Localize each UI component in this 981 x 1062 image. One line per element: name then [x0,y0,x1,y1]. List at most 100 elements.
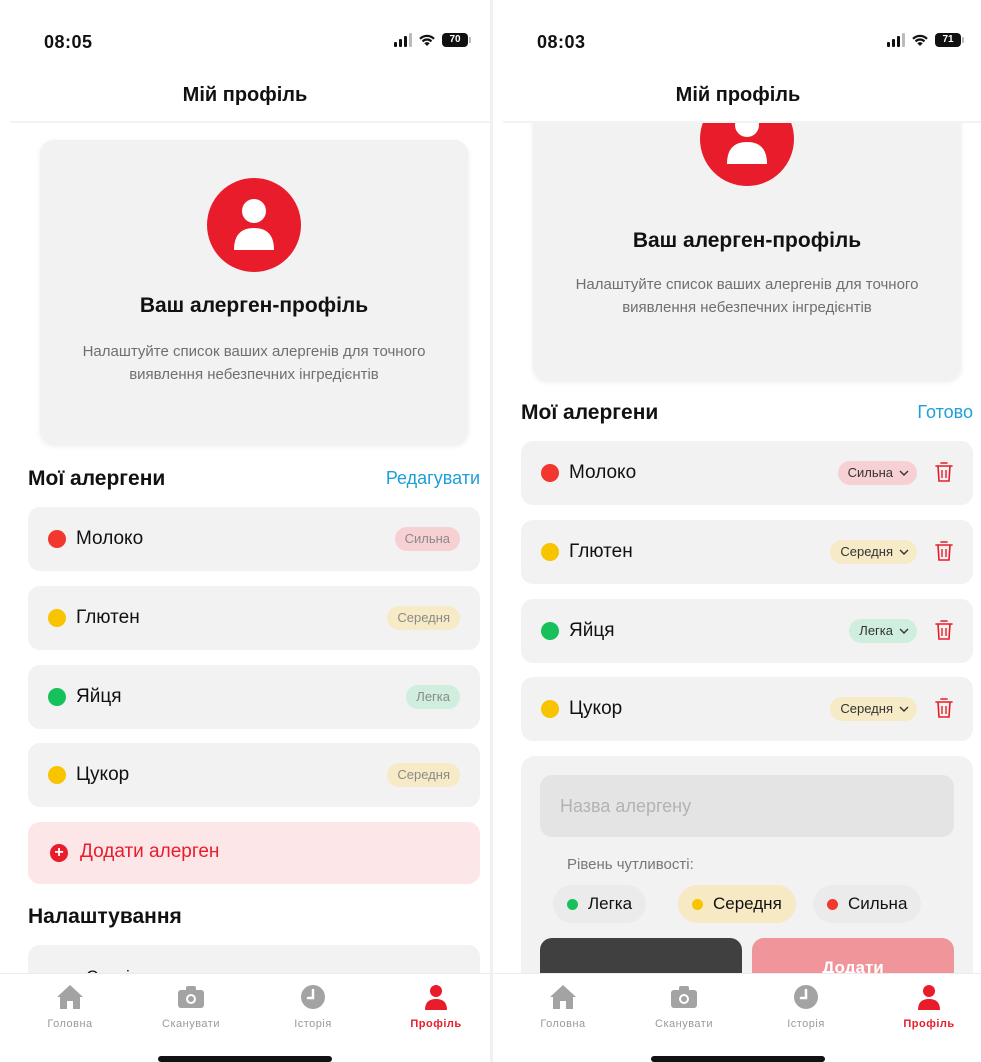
allergen-row: Глютен Середня [521,520,973,584]
edit-button[interactable]: Редагувати [386,468,480,489]
wifi-icon [419,34,435,46]
allergen-name: Молоко [569,462,637,483]
tab-profile[interactable]: Профіль [884,982,974,1030]
severity-badge: Сильна [394,527,460,551]
level-option-label: Легка [588,894,633,913]
nav-divider [503,121,981,123]
person-icon [918,985,940,1010]
home-icon [550,985,576,1009]
allergen-row[interactable]: Глютен Середня [28,586,480,650]
allergen-name: Глютен [569,541,633,562]
severity-badge: Середня [387,606,460,630]
tab-home[interactable]: Головна [25,982,115,1030]
severity-dot [541,464,559,482]
level-option-medium[interactable]: Середня [678,885,796,923]
wifi-icon [912,34,928,46]
allergen-name: Молоко [76,528,144,549]
severity-dot [48,766,66,784]
nav-divider [10,121,490,123]
camera-icon [671,986,697,1008]
person-icon [425,985,447,1010]
page-title: Мій профіль [675,84,801,106]
level-option-light[interactable]: Легка [553,885,647,923]
tab-scan[interactable]: Сканувати [639,982,729,1030]
trash-icon[interactable] [935,461,953,483]
signal-icon [887,33,905,47]
trash-icon[interactable] [935,540,953,562]
level-dot [567,898,578,910]
person-icon [234,199,274,250]
my-allergens-title: Мої алергени [521,401,659,424]
allergen-profile-card: Ваш алерген-профіль Налаштуйте список ва… [40,140,468,444]
home-icon [57,985,83,1009]
status-time: 08:03 [537,32,586,52]
level-dot [692,898,703,910]
allergen-row[interactable]: Яйця Легка [28,665,480,729]
status-time: 08:05 [44,32,93,52]
battery-icon: 70 [442,33,471,47]
severity-dot [48,530,66,548]
status-bar: 08:05 70 [0,30,490,54]
profile-screen-edit: Ваш алерген-профіль Налаштуйте список ва… [493,0,981,1062]
level-option-label: Середня [713,894,782,913]
page-title: Мій профіль [182,84,308,106]
battery-icon: 71 [935,33,964,47]
add-allergen-label: Додати алерген [80,841,220,862]
allergen-name: Цукор [76,764,130,785]
allergen-row[interactable]: Молоко Сильна [28,507,480,571]
chevron-down-icon [899,470,909,476]
status-bar: 08:03 71 [493,30,981,54]
level-option-strong[interactable]: Сильна [813,885,922,923]
trash-icon[interactable] [935,697,953,719]
tab-label: Сканувати [162,1018,220,1030]
severity-dot [541,700,559,718]
plus-circle-icon: + [50,844,68,862]
severity-dropdown[interactable]: Легка [849,619,917,643]
allergen-name-input[interactable] [540,775,954,837]
tab-label: Сканувати [655,1018,713,1030]
home-indicator [651,1056,825,1062]
tab-bar: Головна Сканувати Історія Профіль [493,973,981,1062]
tab-history[interactable]: Історія [761,982,851,1030]
allergen-row[interactable]: Цукор Середня [28,743,480,807]
screens: 08:05 70 Мій профіль Ваш алерген-профіль… [0,0,981,1062]
avatar [207,178,301,272]
camera-icon [178,986,204,1008]
tab-bar: Головна Сканувати Історія Профіль [0,973,490,1062]
severity-dot [48,688,66,706]
settings-title: Налаштування [28,905,182,928]
severity-dropdown[interactable]: Середня [830,697,917,721]
severity-dropdown[interactable]: Середня [830,540,917,564]
severity-dropdown[interactable]: Сильна [837,461,917,485]
allergen-row: Цукор Середня [521,677,973,741]
my-allergens-title: Мої алергени [28,467,166,490]
clock-icon [301,985,325,1009]
status-icons: 70 [394,33,471,47]
home-indicator [158,1056,332,1062]
card-description: Налаштуйте список ваших алергенів для то… [575,276,919,316]
tab-label: Профіль [903,1018,955,1030]
level-option-label: Сильна [848,894,908,913]
done-button[interactable]: Готово [917,402,973,423]
allergen-row: Молоко Сильна [521,441,973,505]
allergen-name: Яйця [569,620,615,641]
allergen-name: Цукор [569,698,623,719]
allergen-profile-card: Ваш алерген-профіль Налаштуйте список ва… [533,78,961,380]
trash-icon[interactable] [935,619,953,641]
tab-history[interactable]: Історія [268,982,358,1030]
severity-value: Середня [840,544,893,559]
severity-badge: Легка [406,685,460,709]
severity-value: Середня [840,701,893,716]
tab-profile[interactable]: Профіль [391,982,481,1030]
chevron-down-icon [899,706,909,712]
sensitivity-label: Рівень чутливості: [567,856,694,873]
add-allergen-button[interactable]: + Додати алерген [28,822,480,884]
tab-scan[interactable]: Сканувати [146,982,236,1030]
allergen-row: Яйця Легка [521,599,973,663]
tab-label: Історія [294,1018,332,1030]
signal-icon [394,33,412,47]
tab-home[interactable]: Головна [518,982,608,1030]
tab-label: Головна [540,1018,586,1030]
allergen-name: Яйця [76,686,122,707]
tab-label: Історія [787,1018,825,1030]
